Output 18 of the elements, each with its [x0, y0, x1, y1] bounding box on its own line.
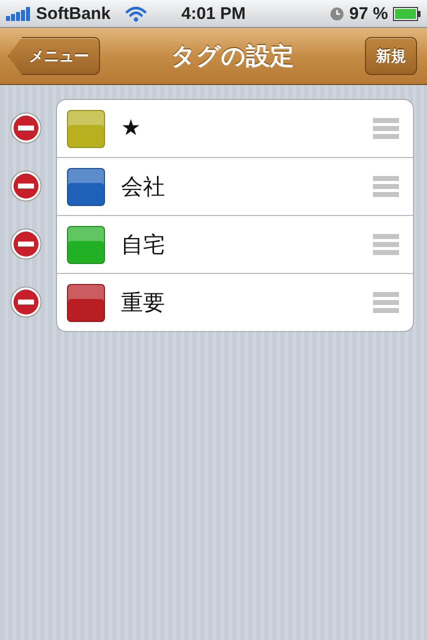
delete-icon[interactable] — [10, 228, 42, 260]
back-button[interactable]: メニュー — [8, 37, 100, 75]
delete-icon[interactable] — [10, 170, 42, 202]
tag-name[interactable]: 自宅 — [121, 230, 373, 260]
tag-name[interactable]: 会社 — [121, 172, 373, 202]
signal-icon — [6, 6, 32, 20]
battery-percent: 97 % — [349, 4, 388, 24]
clock-time: 4:01 PM — [181, 4, 246, 24]
delete-icon[interactable] — [10, 286, 42, 318]
battery-icon — [393, 6, 421, 20]
new-button[interactable]: 新規 — [365, 37, 417, 75]
nav-title: タグの設定 — [171, 41, 294, 72]
tag-name[interactable]: 重要 — [121, 288, 373, 318]
delete-icon[interactable] — [10, 112, 42, 144]
wifi-icon — [124, 6, 147, 22]
carrier-name: SoftBank — [36, 4, 111, 24]
tag-name[interactable]: ★ — [121, 116, 373, 141]
clock-icon — [330, 6, 344, 20]
